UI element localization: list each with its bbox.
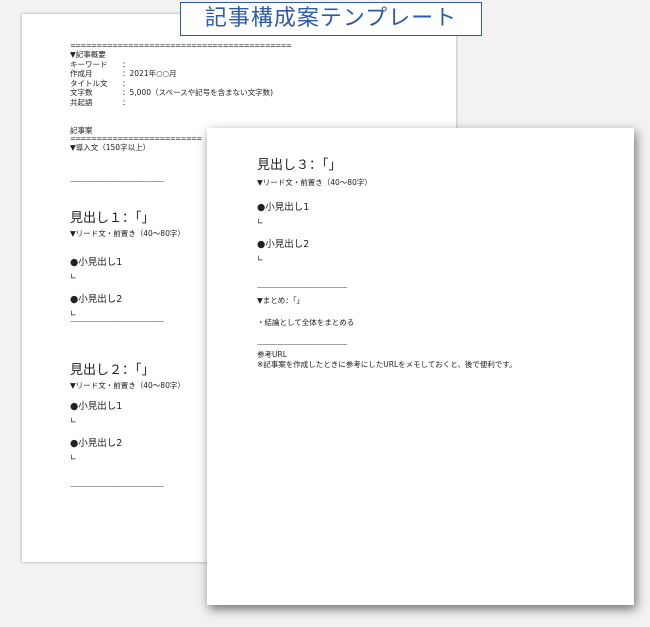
divider-dash: ----------------------------------------… [257,341,347,348]
field-row: 文字数 ：5,000（スペースや記号を含まない文字数) [70,88,456,98]
field-value: ： [122,78,130,88]
rule-top: ========================================… [70,42,292,50]
summary-label: ▼まとめ：「」 [257,296,305,305]
reference-label: 参考URL [257,350,287,359]
field-label: 作成月 [70,69,93,79]
field-value: ：5,000（スペースや記号を含まない文字数) [122,88,273,98]
field-row: タイトル文 ： [70,79,456,89]
subheading: ●小見出し1 [257,202,310,213]
field-row: 共起語 ： [70,98,456,108]
section-lead: ▼リード文・前置き（40〜80字） [257,178,372,187]
field-row: 作成月 ：2021年○○月 [70,69,456,79]
corner-mark: ∟ [257,217,264,226]
subheading: ●小見出し2 [257,239,310,250]
divider-dash: ----------------------------------------… [257,284,347,291]
summary-text: ・結論として全体をまとめる [257,318,355,327]
field-value: ： [122,59,130,69]
reference-note: ※記事案を作成したときに参考にしたURLをメモしておくと、後で便利です。 [257,359,517,369]
front-page: 見出し３：「」 ▼リード文・前置き（40〜80字） ●小見出し1 ∟ ●小見出し… [207,128,634,605]
field-value: ： [122,97,130,107]
overview-fields: キーワード ： 作成月 ：2021年○○月 タイトル文 ： 文字数 ：5,000… [70,60,456,108]
section-heading: 見出し３：「」 [257,158,342,173]
field-label: タイトル文 [70,78,108,88]
field-label: 共起語 [70,97,93,107]
corner-mark: ∟ [257,254,264,263]
field-row: キーワード ： [70,60,456,70]
section-3: 見出し３：「」 ▼リード文・前置き（40〜80字） ●小見出し1 ∟ ●小見出し… [257,158,634,263]
field-label: 文字数 [70,88,93,98]
field-label: キーワード [70,59,108,69]
template-title: 記事構成案テンプレート [180,2,482,36]
document-canvas: 記事構成案テンプレート ============================… [0,0,650,627]
field-value: ：2021年○○月 [122,69,177,79]
overview-label: ▼記事概要 [70,50,106,59]
